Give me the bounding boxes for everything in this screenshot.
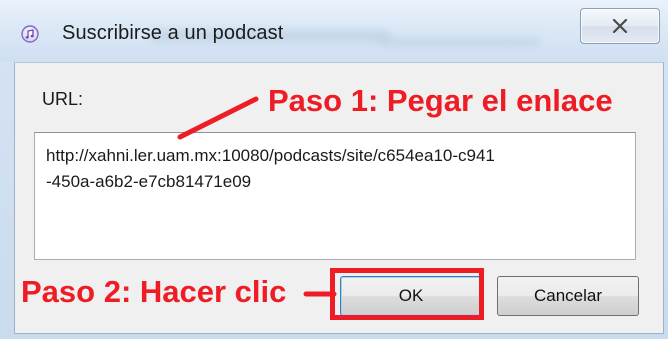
ok-button-highlight [330, 268, 484, 320]
step1-pointer-line [177, 96, 259, 140]
step2-annotation: Paso 2: Hacer clic [21, 274, 287, 309]
step1-annotation: Paso 1: Pegar el enlace [268, 83, 613, 118]
